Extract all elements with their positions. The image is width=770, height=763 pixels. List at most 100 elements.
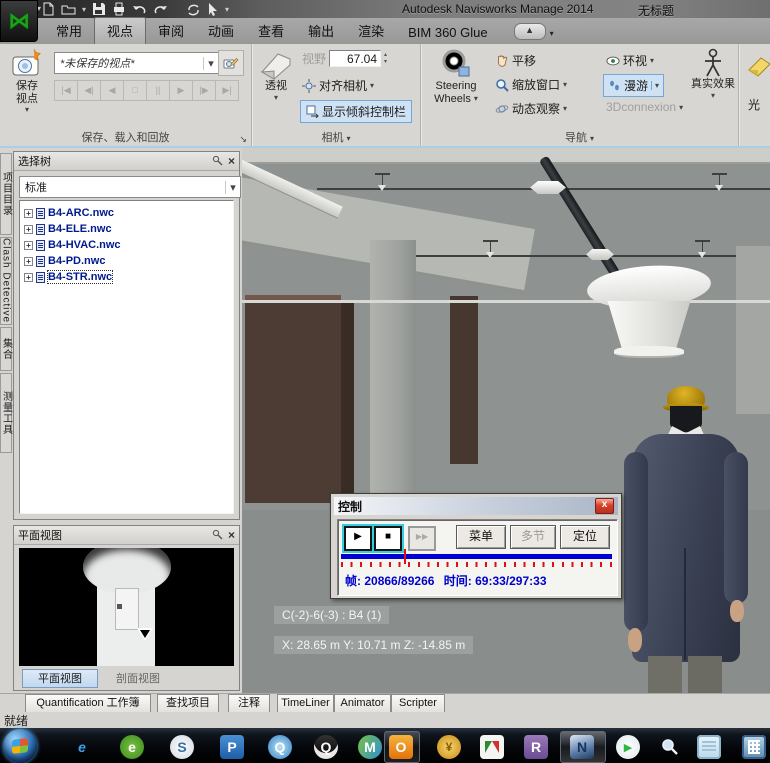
application-menu-button[interactable]: ⋈ [0, 0, 38, 42]
revit-icon[interactable]: R [524, 735, 548, 759]
green-browser-icon[interactable]: e [120, 735, 144, 759]
tab-animator[interactable]: Animator [334, 694, 391, 712]
tab-home[interactable]: 常用 [44, 18, 94, 44]
control-locate-button[interactable]: 定位 [560, 525, 610, 549]
tab-find-items[interactable]: 查找项目 [157, 694, 219, 712]
show-tilt-bar-button[interactable]: 显示倾斜控制栏 [300, 100, 413, 123]
tab-render[interactable]: 渲染 [346, 18, 396, 44]
sprinkler-head[interactable] [483, 240, 498, 258]
playback-play-button[interactable]: ▶ [170, 80, 193, 101]
pptv-icon[interactable]: P [220, 735, 244, 759]
control-dialog[interactable]: 控制 x ▶ ■ ▶▶ 菜单 多节 定位 帧: 20866/89266 时间: … [330, 493, 622, 599]
group-label-save-load[interactable]: 保存、载入和回放 ↘ [0, 129, 251, 145]
steering-dropdown-icon[interactable]: ▾ [474, 94, 478, 103]
tree-filter-dropdown-icon[interactable]: ▾ [225, 180, 240, 194]
control-dialog-titlebar[interactable]: 控制 x [334, 497, 618, 515]
playback-last-button[interactable]: ▶| [216, 80, 239, 101]
tab-scripter[interactable]: Scripter [391, 694, 445, 712]
playback-progress-bar[interactable] [341, 554, 612, 559]
tree-item[interactable]: + B4-ELE.nwc [20, 221, 233, 237]
avatar[interactable] [622, 378, 770, 693]
sidebar-tab-measure-tools[interactable]: 测量工具 [0, 373, 12, 453]
video-player-icon[interactable]: ▶ [616, 735, 640, 759]
selection-tree-titlebar[interactable]: 选择树 × [14, 152, 239, 171]
new-file-icon[interactable] [42, 2, 55, 16]
playback-step-forward-button[interactable]: |▶ [193, 80, 216, 101]
ie-icon[interactable]: e [70, 735, 94, 759]
duct-diffuser-ring[interactable] [614, 346, 684, 358]
control-skip-button[interactable]: ▶▶ [408, 526, 436, 551]
qq-icon[interactable]: Q [314, 735, 338, 759]
expand-icon[interactable]: + [24, 272, 33, 282]
qat-overflow-icon[interactable]: ▾ [225, 5, 229, 14]
gold-coin-icon[interactable]: ¥ [437, 735, 461, 759]
3dsmax-icon[interactable] [480, 735, 504, 759]
tree-filter-combo[interactable]: 标准 ▾ [19, 176, 241, 198]
viewpoint-combo[interactable]: *未保存的视点* ▾ [54, 52, 219, 74]
realism-dropdown-icon[interactable]: ▾ [711, 91, 715, 100]
light-icon[interactable] [747, 56, 770, 78]
open-file-icon[interactable] [61, 2, 76, 16]
combo-dropdown-icon[interactable]: ▾ [203, 56, 218, 70]
sprinkler-head[interactable] [712, 173, 727, 191]
ceiling-beam-top[interactable] [242, 148, 770, 164]
sprinkler-head[interactable] [375, 173, 390, 191]
save-viewpoint-dropdown-icon[interactable]: ▾ [25, 105, 29, 114]
tab-section-view[interactable]: 剖面视图 [102, 670, 174, 688]
tab-bim360glue[interactable]: BIM 360 Glue [396, 22, 500, 44]
tree-item[interactable]: + B4-PD.nwc [20, 253, 233, 269]
zoom-window-dropdown-icon[interactable]: ▾ [563, 80, 567, 89]
sidebar-tab-project-catalog[interactable]: 项目目录 [0, 153, 12, 235]
tab-review[interactable]: 审阅 [146, 18, 196, 44]
tab-view[interactable]: 查看 [246, 18, 296, 44]
playback-first-button[interactable]: |◀ [54, 80, 78, 101]
office-icon[interactable]: O [389, 735, 413, 759]
zoom-window-button[interactable]: 缩放窗口 ▾ [495, 76, 567, 93]
sidebar-tab-sets[interactable]: 集合 [0, 327, 12, 371]
playback-pause-button[interactable]: || [147, 80, 170, 101]
undo-icon[interactable] [132, 2, 147, 16]
control-menu-button[interactable]: 菜单 [456, 525, 506, 549]
perspective-dropdown-icon[interactable]: ▾ [274, 93, 278, 102]
playback-rewind-button[interactable]: ◀ [101, 80, 124, 101]
pin-icon[interactable] [211, 155, 223, 167]
tab-viewpoint[interactable]: 视点 [94, 17, 147, 44]
fov-input[interactable]: 67.04 [329, 50, 382, 67]
diagonal-conduit-pipe[interactable] [538, 155, 623, 282]
plan-view-canvas[interactable] [19, 548, 234, 666]
close-panel-icon[interactable]: × [228, 528, 235, 542]
expand-icon[interactable]: + [24, 224, 33, 234]
walk-dropdown-icon[interactable]: ▾ [651, 81, 659, 90]
redo-icon[interactable] [153, 2, 168, 16]
brown-column[interactable] [450, 296, 478, 464]
tab-output[interactable]: 输出 [296, 18, 346, 44]
start-button[interactable] [3, 729, 37, 763]
refresh-icon[interactable] [186, 2, 201, 16]
fov-spinner[interactable]: ▴ ▾ [384, 52, 387, 66]
group-label-camera[interactable]: 相机 ▾ [252, 129, 420, 145]
tab-comments[interactable]: 注释 [228, 694, 270, 712]
select-cursor-icon[interactable] [207, 2, 219, 16]
tree-item[interactable]: + B4-HVAC.nwc [20, 237, 233, 253]
playback-step-back-button[interactable]: ◀| [78, 80, 101, 101]
align-camera-button[interactable]: 对齐相机 ▾ [302, 77, 374, 94]
look-around-button[interactable]: 环视 ▾ [606, 52, 654, 69]
group-label-navigation[interactable]: 导航 ▾ [421, 129, 738, 145]
white-pipe[interactable] [242, 300, 770, 303]
pan-button[interactable]: 平移 [495, 52, 536, 69]
control-close-button[interactable]: x [595, 498, 614, 514]
ribbon-minimize-arrow-icon[interactable]: ▾ [550, 29, 554, 38]
calculator-icon[interactable] [742, 735, 766, 759]
align-camera-dropdown-icon[interactable]: ▾ [370, 81, 374, 90]
perspective-button[interactable]: 透视 ▾ [255, 50, 297, 102]
expand-icon[interactable]: + [24, 256, 33, 266]
tab-animation[interactable]: 动画 [196, 18, 246, 44]
tab-quantification[interactable]: Quantification 工作簿 [25, 694, 151, 712]
orbit-button[interactable]: 动态观察 ▾ [495, 100, 567, 117]
brown-wall[interactable] [245, 295, 341, 503]
brown-wall-side[interactable] [341, 301, 354, 497]
edit-viewpoint-button[interactable] [218, 50, 244, 76]
tree-item[interactable]: + B4-ARC.nwc [20, 205, 233, 221]
qq-player-icon[interactable]: Q [268, 735, 292, 759]
duct-diffuser-cone[interactable] [607, 301, 691, 349]
